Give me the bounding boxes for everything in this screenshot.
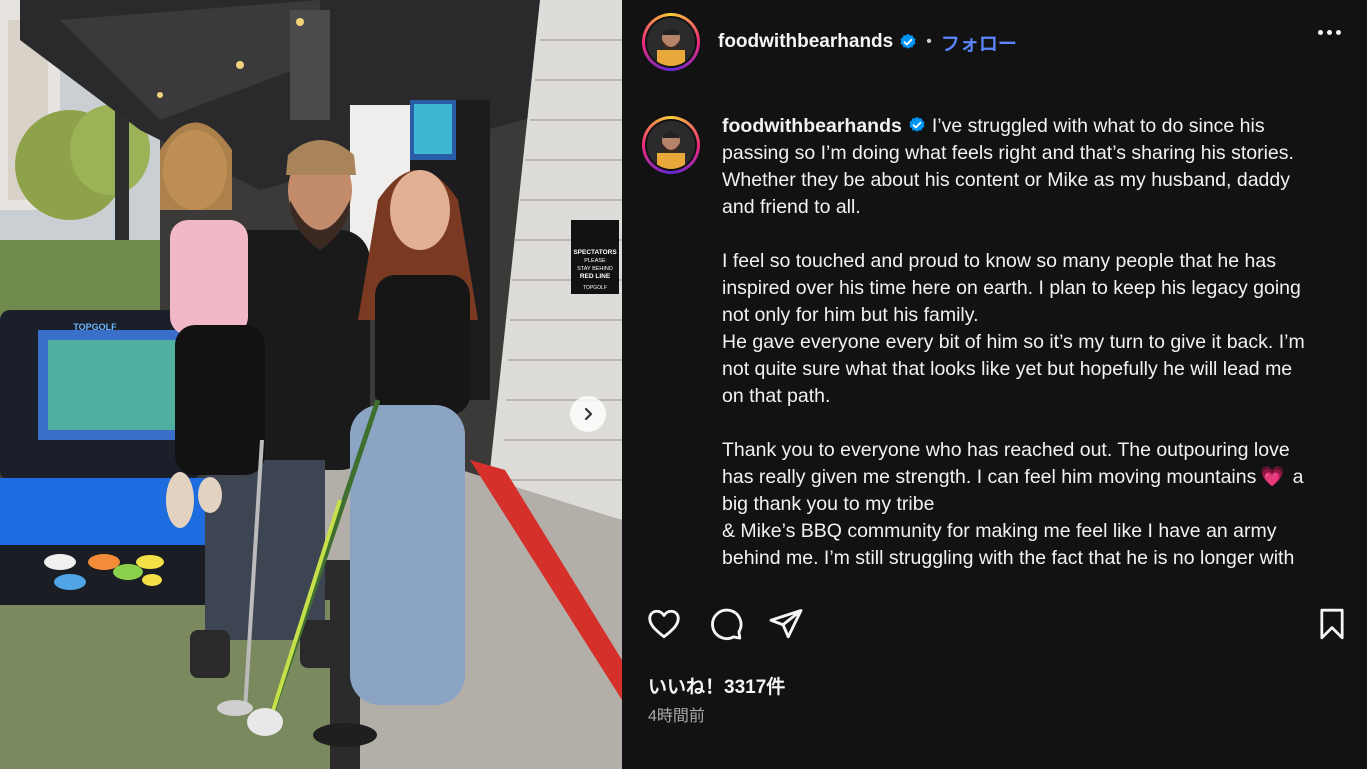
bookmark-icon [1320,608,1344,640]
send-icon [769,609,803,639]
sign-brand: TOPGOLF [583,285,607,291]
caption-text-line: Thank you to everyone who has reached ou… [722,439,1290,461]
avatar[interactable] [642,13,700,71]
caption-text-line: big thank you to my tribe [722,493,935,515]
caption-text-line: passing so I’m doing what feels right an… [722,142,1294,164]
caption: foodwithbearhands I’ve struggled with wha… [642,113,1357,587]
like-button[interactable] [646,606,682,647]
follow-button[interactable]: フォロー [941,29,1017,56]
caption-line: has really given me strength. I can feel… [722,464,1352,491]
caption-text-line: a [1292,466,1304,488]
sign-line: RED LINE [580,273,611,280]
caption-username[interactable]: foodwithbearhands [722,115,902,137]
avatar-image [647,18,695,66]
post-header: foodwithbearhands • フォロー [622,0,1367,84]
post-timestamp[interactable]: 4時間前 [648,702,705,726]
caption-text-line: on that path. [722,385,831,407]
separator-dot: • [926,33,932,50]
comment-icon [711,608,743,640]
heart-icon [648,609,680,639]
post-photo[interactable]: SPECTATORS PLEASE STAY BEHIND RED LINE T… [0,0,622,769]
caption-text-line: He gave everyone every bit of him so it’… [722,331,1305,353]
share-button[interactable] [768,606,804,647]
kiosk-brand: TOPGOLF [73,322,117,332]
caption-text-line: I’ve struggled with what to do since his [931,115,1265,137]
next-photo-button[interactable] [570,396,606,432]
caption-text-line: not quite sure what that looks like yet … [722,358,1293,380]
photo-scene: SPECTATORS PLEASE STAY BEHIND RED LINE T… [0,0,622,769]
sign-line: SPECTATORS [573,249,617,256]
caption-text-line: not only for him but his family. [722,304,979,326]
caption-text-line: I feel so touched and proud to know so m… [722,250,1276,272]
caption-line: foodwithbearhands I’ve struggled with wha… [722,113,1352,140]
verified-badge-icon [899,33,917,51]
caption-text-line: inspired over his time here on earth. I … [722,277,1301,299]
profile-photo-icon [647,18,695,66]
verified-badge-icon [908,116,926,134]
more-options-icon[interactable] [1318,30,1341,35]
action-bar [622,606,1367,650]
like-count[interactable]: いいね！3317件 [648,672,785,699]
chevron-right-icon [584,407,593,421]
caption-text-line: behind me. I’m still struggling with the… [722,547,1295,569]
caption-text-line: & Mike’s BBQ community for making me fee… [722,520,1277,542]
comment-button[interactable] [708,606,744,647]
sign-line: STAY BEHIND [577,266,613,272]
post-username[interactable]: foodwithbearhands [718,31,893,53]
sign-line: PLEASE [584,258,606,264]
post-side-panel: foodwithbearhands • フォロー foodwithbearhan… [622,0,1367,769]
profile-photo-icon [647,121,695,169]
caption-text-line: has really given me strength. I can feel… [722,466,1257,488]
caption-avatar[interactable] [642,116,700,174]
caption-text-line: Whether they be about his content or Mik… [722,169,1290,191]
caption-text-line: and friend to all. [722,196,861,218]
heart-emoji: 💗 [1260,466,1285,488]
caption-text: foodwithbearhands I’ve struggled with wha… [722,113,1352,587]
post-viewer: SPECTATORS PLEASE STAY BEHIND RED LINE T… [0,0,1367,769]
save-button[interactable] [1316,606,1348,647]
